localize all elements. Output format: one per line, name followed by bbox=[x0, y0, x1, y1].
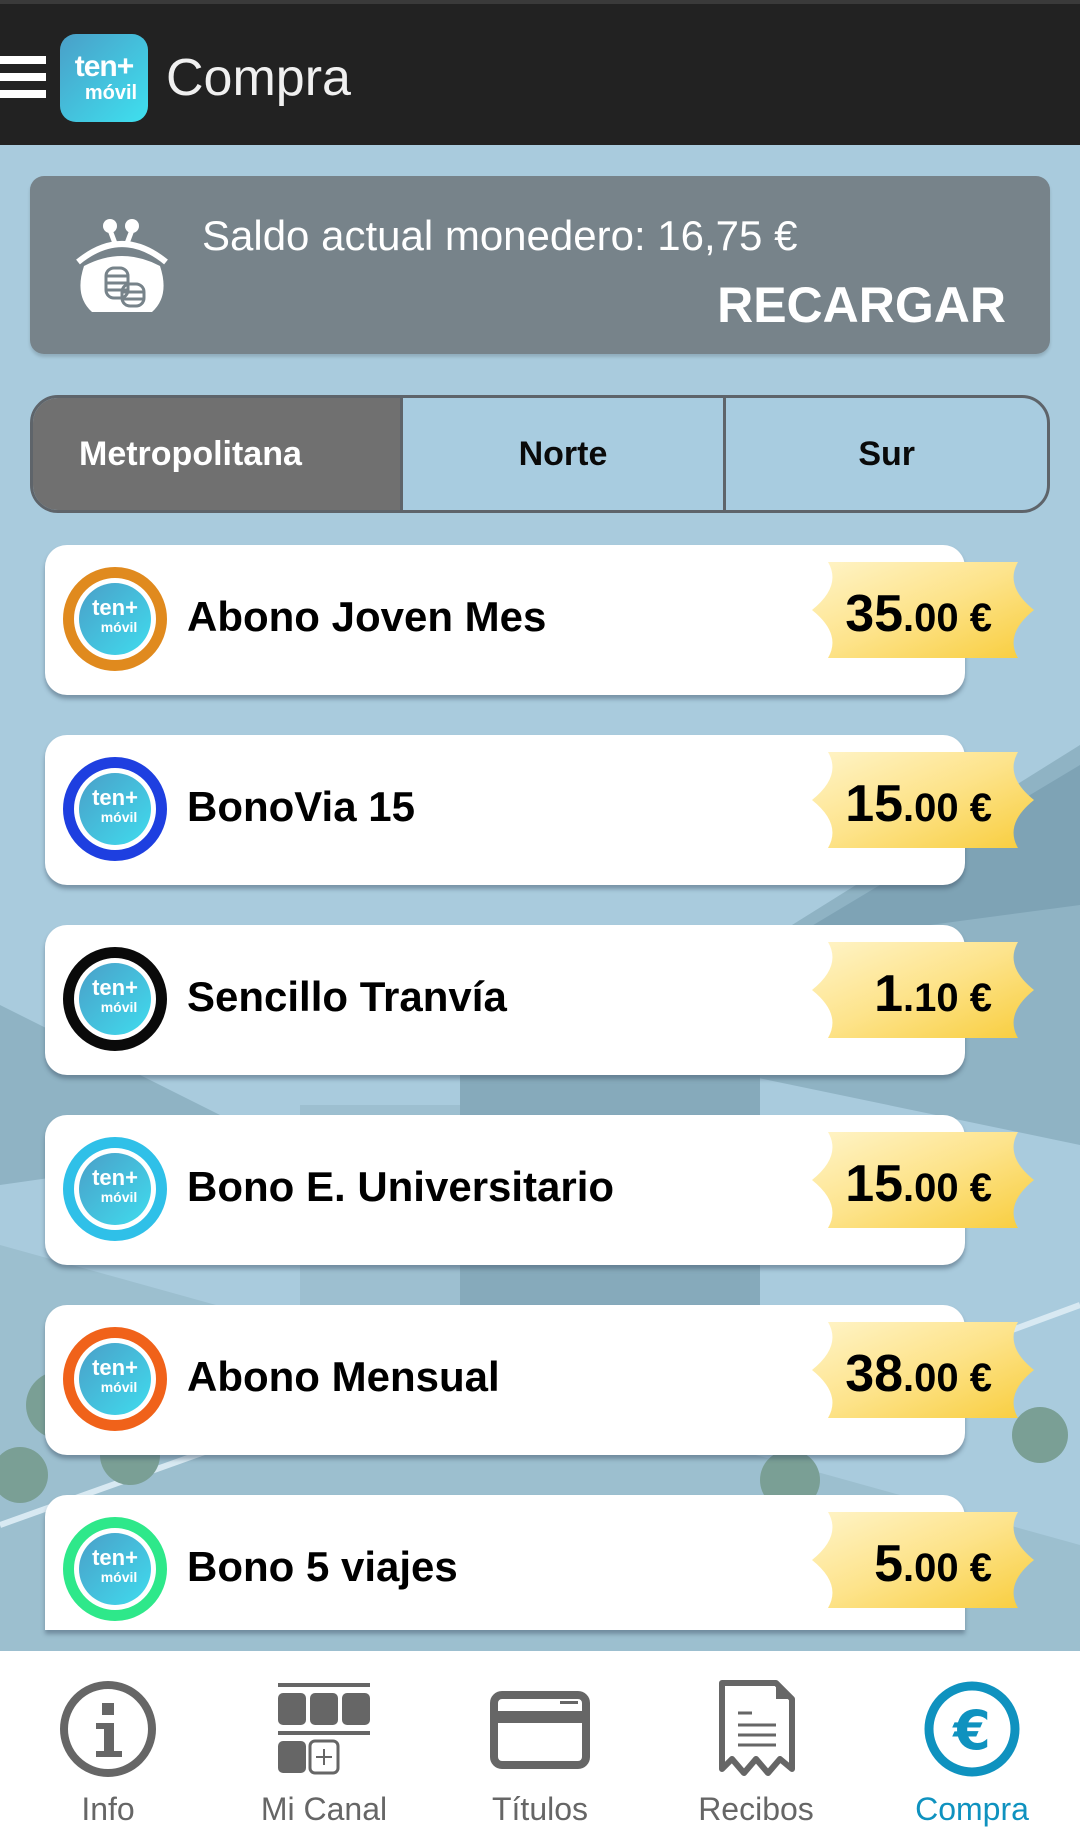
product-name: Abono Joven Mes bbox=[187, 593, 547, 640]
bottom-navigation: Info Mi Canal Títulos Recibos € Compra bbox=[0, 1651, 1080, 1846]
nav-titulos[interactable]: Títulos bbox=[432, 1651, 648, 1846]
info-icon bbox=[60, 1681, 156, 1777]
menu-icon[interactable] bbox=[0, 56, 46, 98]
ticket-badge-icon: ten+ móvil bbox=[63, 757, 167, 861]
price-decimal: .00 € bbox=[903, 1356, 992, 1400]
nav-info[interactable]: Info bbox=[0, 1651, 216, 1846]
price-decimal: .00 € bbox=[903, 786, 992, 830]
price-integer: 15 bbox=[845, 1155, 904, 1213]
price-tag: 35.00 € bbox=[808, 560, 1040, 660]
zone-tabs: Metropolitana Norte Sur bbox=[30, 395, 1050, 513]
recharge-button[interactable]: RECARGAR bbox=[717, 276, 1006, 334]
nav-recibos[interactable]: Recibos bbox=[648, 1651, 864, 1846]
price-integer: 15 bbox=[845, 775, 904, 833]
ticket-badge-icon: ten+ móvil bbox=[63, 947, 167, 1051]
balance-text: Saldo actual monedero: 16,75 € bbox=[202, 212, 798, 259]
channel-grid-icon bbox=[278, 1683, 370, 1775]
price-integer: 1 bbox=[874, 965, 904, 1023]
wallet-balance-card: Saldo actual monedero: 16,75 € RECARGAR bbox=[30, 176, 1050, 354]
price-tag: 15.00 € bbox=[808, 750, 1040, 850]
price-tag: 1.10 € bbox=[808, 940, 1040, 1040]
tab-metropolitana[interactable]: Metropolitana bbox=[33, 398, 400, 510]
product-item[interactable]: ten+ móvil Bono 5 viajes 5.00 € bbox=[45, 1495, 965, 1630]
product-name: Abono Mensual bbox=[187, 1353, 500, 1400]
nav-compra[interactable]: € Compra bbox=[864, 1651, 1080, 1846]
product-name: Bono 5 viajes bbox=[187, 1543, 458, 1590]
euro-icon: € bbox=[924, 1681, 1020, 1777]
nav-mi-canal[interactable]: Mi Canal bbox=[216, 1651, 432, 1846]
price-integer: 5 bbox=[874, 1535, 904, 1593]
product-name: BonoVia 15 bbox=[187, 783, 415, 830]
price-tag: 15.00 € bbox=[808, 1130, 1040, 1230]
page-title: Compra bbox=[166, 49, 351, 107]
ticket-badge-icon: ten+ móvil bbox=[63, 1137, 167, 1241]
price-integer: 35 bbox=[845, 585, 904, 643]
svg-text:€: € bbox=[951, 1699, 991, 1762]
app-logo: ten+ móvil bbox=[60, 34, 148, 122]
nav-label: Info bbox=[81, 1791, 135, 1827]
tab-sur[interactable]: Sur bbox=[723, 398, 1047, 510]
product-item[interactable]: ten+ móvil Bono E. Universitario 15.00 € bbox=[45, 1115, 965, 1265]
nav-label: Compra bbox=[915, 1791, 1029, 1827]
tab-norte[interactable]: Norte bbox=[399, 398, 724, 510]
product-name: Sencillo Tranvía bbox=[187, 973, 507, 1020]
receipt-icon bbox=[719, 1680, 795, 1776]
product-item[interactable]: ten+ móvil Sencillo Tranvía 1.10 € bbox=[45, 925, 965, 1075]
product-item[interactable]: ten+ móvil BonoVia 15 15.00 € bbox=[45, 735, 965, 885]
product-item[interactable]: ten+ móvil Abono Joven Mes 35.00 € bbox=[45, 545, 965, 695]
product-name: Bono E. Universitario bbox=[187, 1163, 615, 1210]
logo-text-ten: ten+ bbox=[74, 50, 135, 83]
price-decimal: .10 € bbox=[903, 976, 992, 1020]
card-icon bbox=[490, 1691, 590, 1769]
product-item[interactable]: ten+ móvil Abono Mensual 38.00 € bbox=[45, 1305, 965, 1455]
logo-text-movil: móvil bbox=[84, 82, 138, 104]
price-tag: 5.00 € bbox=[808, 1510, 1040, 1610]
price-decimal: .00 € bbox=[903, 596, 992, 640]
price-decimal: .00 € bbox=[903, 1546, 992, 1590]
app-bar: ten+ móvil Compra bbox=[0, 0, 1080, 145]
ticket-badge-icon: ten+ móvil bbox=[63, 1517, 167, 1621]
ticket-badge-icon: ten+ móvil bbox=[63, 1327, 167, 1431]
price-tag: 38.00 € bbox=[808, 1320, 1040, 1420]
coin-purse-icon bbox=[76, 219, 168, 312]
price-decimal: .00 € bbox=[903, 1166, 992, 1210]
nav-label: Recibos bbox=[698, 1791, 814, 1827]
nav-label: Títulos bbox=[491, 1791, 589, 1827]
nav-label: Mi Canal bbox=[260, 1791, 388, 1827]
ticket-badge-icon: ten+ móvil bbox=[63, 567, 167, 671]
price-integer: 38 bbox=[845, 1345, 904, 1403]
